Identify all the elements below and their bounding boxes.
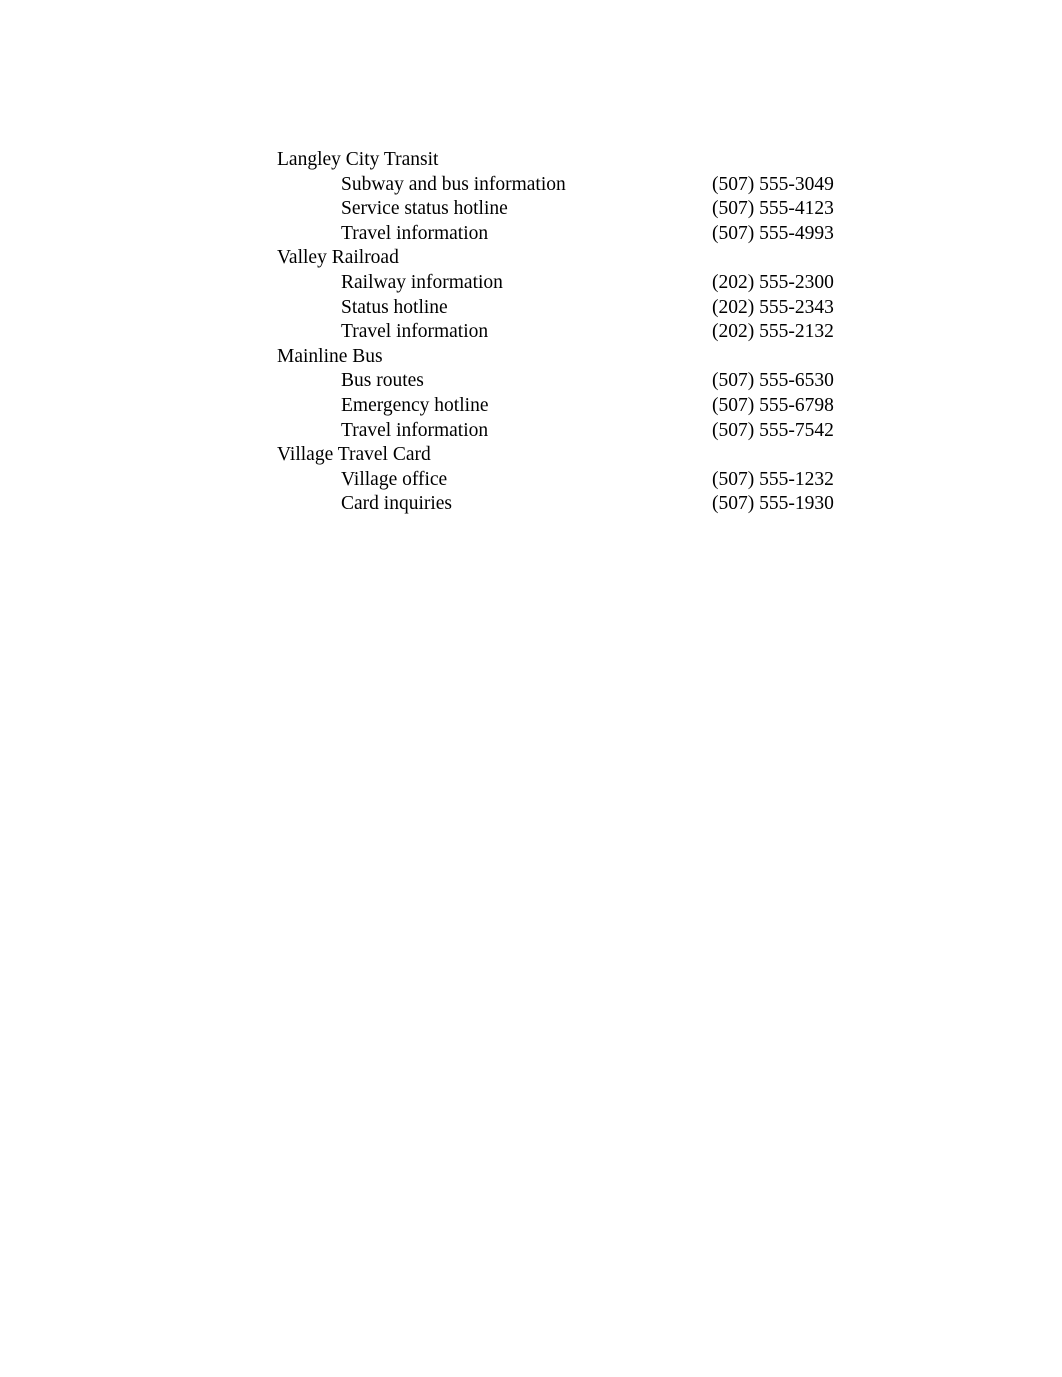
directory-section: Mainline Bus Bus routes (507) 555-6530 Emer… [277, 345, 917, 443]
entry-phone-number: (202) 555-2132 [712, 321, 834, 343]
directory-entry: Railway information (202) 555-2300 [277, 271, 917, 296]
entry-phone-number: (202) 555-2300 [712, 271, 834, 293]
directory-entry: Service status hotline (507) 555-4123 [277, 197, 917, 222]
entry-phone-number: (507) 555-6798 [712, 394, 834, 416]
entry-label: Travel information [341, 321, 489, 343]
document-body: Langley City Transit Subway and bus infor… [277, 148, 917, 517]
entry-label: Travel information [341, 419, 489, 441]
directory-entry: Emergency hotline (507) 555-6798 [277, 394, 917, 419]
entry-label: Village office [341, 468, 448, 490]
directory-entry: Travel information (507) 555-7542 [277, 419, 917, 444]
directory-entry: Travel information (202) 555-2132 [277, 320, 917, 345]
section-heading: Valley Railroad [277, 247, 399, 269]
entry-label: Subway and bus information [341, 173, 566, 195]
directory-entry: Bus routes (507) 555-6530 [277, 369, 917, 394]
entry-phone-number: (202) 555-2343 [712, 296, 834, 318]
entry-phone-number: (507) 555-7542 [712, 419, 834, 441]
directory-section: Village Travel Card Village office (507) 5… [277, 443, 917, 517]
document-page: Langley City Transit Subway and bus infor… [0, 0, 1062, 1377]
section-heading: Mainline Bus [277, 345, 383, 367]
entry-label: Emergency hotline [341, 394, 489, 416]
directory-entry: Village office (507) 555-1232 [277, 468, 917, 493]
entry-label: Service status hotline [341, 198, 508, 220]
entry-phone-number: (507) 555-3049 [712, 173, 834, 195]
directory-entry: Travel information (507) 555-4993 [277, 222, 917, 247]
directory-entry: Card inquiries (507) 555-1930 [277, 492, 917, 517]
entry-label: Bus routes [341, 370, 424, 392]
entry-label: Status hotline [341, 296, 448, 318]
entry-label: Travel information [341, 222, 489, 244]
section-heading: Langley City Transit [277, 149, 439, 170]
directory-entry: Status hotline (202) 555-2343 [277, 296, 917, 321]
entry-label: Card inquiries [341, 493, 453, 515]
entry-phone-number: (507) 555-1232 [712, 468, 834, 490]
entry-phone-number: (507) 555-4123 [712, 198, 834, 220]
entry-phone-number: (507) 555-4993 [712, 222, 834, 244]
entry-phone-number: (507) 555-1930 [712, 493, 834, 515]
directory-section: Valley Railroad Railway information (202) … [277, 246, 917, 344]
directory-entry: Subway and bus information (507) 555-3049 [277, 173, 917, 198]
entry-phone-number: (507) 555-6530 [712, 370, 834, 392]
section-heading: Village Travel Card [277, 444, 431, 466]
entry-label: Railway information [341, 271, 503, 293]
directory-section: Langley City Transit Subway and bus infor… [277, 148, 917, 246]
